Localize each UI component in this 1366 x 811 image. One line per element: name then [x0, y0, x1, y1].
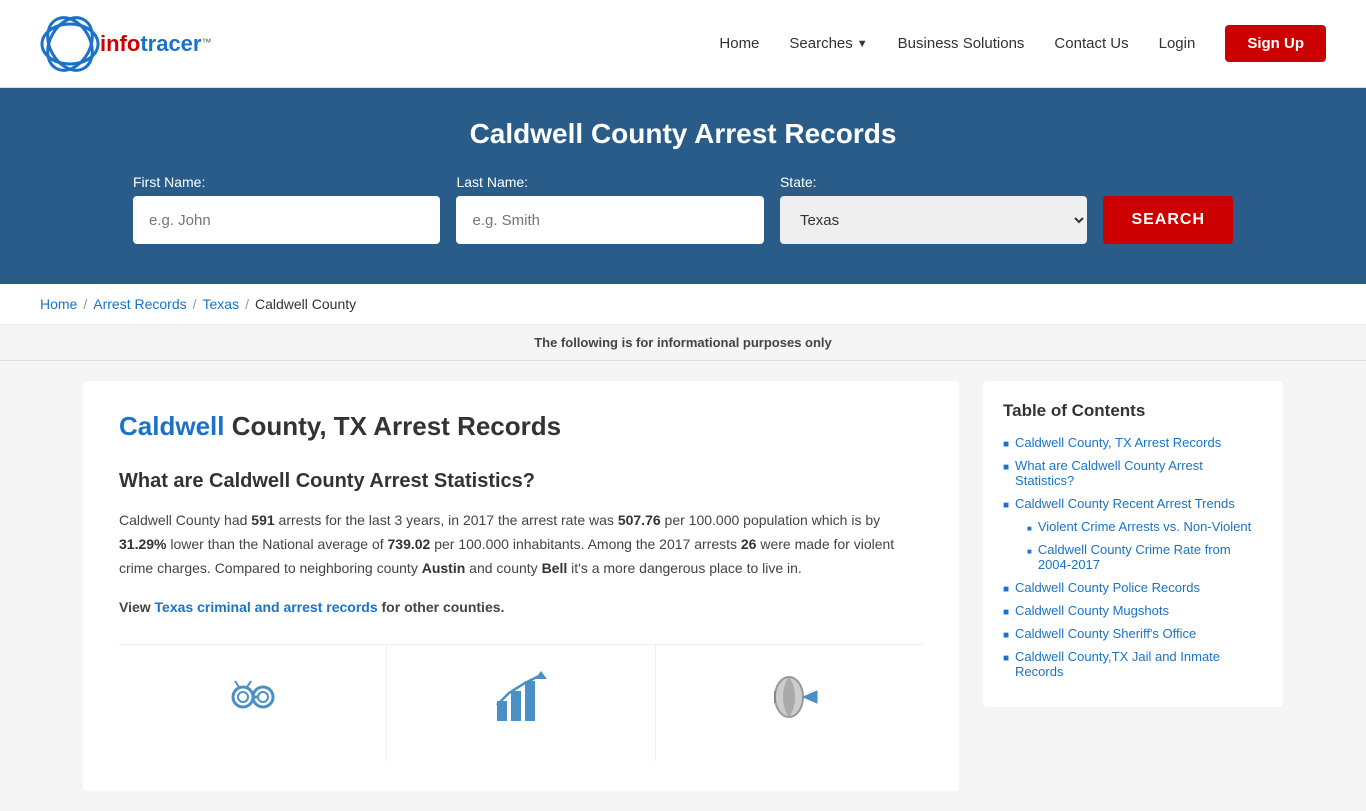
- toc-item-5: ■ Caldwell County Crime Rate from 2004-2…: [1017, 542, 1263, 572]
- breadcrumb: Home / Arrest Records / Texas / Caldwell…: [40, 296, 1326, 312]
- para-pre3: per 100.000 population which is by: [661, 512, 880, 528]
- icon-cell-handcuffs: [119, 645, 387, 761]
- view-link-paragraph: View Texas criminal and arrest records f…: [119, 596, 923, 620]
- toc-link-3[interactable]: Caldwell County Recent Arrest Trends: [1015, 496, 1235, 511]
- toc-item-8: ■ Caldwell County Sheriff's Office: [1003, 626, 1263, 641]
- toc-link-7[interactable]: Caldwell County Mugshots: [1015, 603, 1169, 618]
- toc-link-9[interactable]: Caldwell County,TX Jail and Inmate Recor…: [1015, 649, 1263, 679]
- breadcrumb-county: Caldwell County: [255, 296, 356, 312]
- toc-bullet-6: ■: [1003, 584, 1009, 595]
- toc-link-1[interactable]: Caldwell County, TX Arrest Records: [1015, 435, 1221, 450]
- toc-link-6[interactable]: Caldwell County Police Records: [1015, 580, 1200, 595]
- main-container: Caldwell County, TX Arrest Records What …: [43, 361, 1323, 811]
- texas-records-link[interactable]: Texas criminal and arrest records: [155, 599, 378, 615]
- toc-box: Table of Contents ■ Caldwell County, TX …: [983, 381, 1283, 707]
- nav-business-solutions[interactable]: Business Solutions: [898, 35, 1025, 52]
- icon-cell-gun: [656, 645, 923, 761]
- info-bar: The following is for informational purpo…: [0, 325, 1366, 361]
- handcuffs-icon: [221, 665, 285, 741]
- toc-bullet-4: ■: [1027, 524, 1032, 533]
- last-name-input[interactable]: [456, 196, 763, 244]
- main-nav: Home Searches ▼ Business Solutions Conta…: [719, 25, 1326, 62]
- icon-cell-chart: [387, 645, 655, 761]
- section1-heading: What are Caldwell County Arrest Statisti…: [119, 470, 923, 493]
- breadcrumb-arrest-records[interactable]: Arrest Records: [93, 296, 186, 312]
- para-post: it's a more dangerous place to live in.: [567, 560, 802, 576]
- state-select[interactable]: Texas Alabama Alaska California Florida …: [780, 196, 1087, 244]
- header: infotracer™ Home Searches ▼ Business Sol…: [0, 0, 1366, 88]
- nav-searches[interactable]: Searches ▼: [789, 35, 867, 52]
- first-name-input[interactable]: [133, 196, 440, 244]
- para-pre5: per 100.000 inhabitants. Among the 2017 …: [430, 536, 741, 552]
- toc-list: ■ Caldwell County, TX Arrest Records ■ W…: [1003, 435, 1263, 679]
- para-pre2: arrests for the last 3 years, in 2017 th…: [275, 512, 618, 528]
- para-rate: 507.76: [618, 512, 661, 528]
- breadcrumb-sep-3: /: [245, 296, 249, 312]
- icons-row: [119, 644, 923, 761]
- toc-bullet-3: ■: [1003, 500, 1009, 511]
- title-rest: County, TX Arrest Records: [224, 411, 561, 441]
- toc-item-3: ■ Caldwell County Recent Arrest Trends: [1003, 496, 1263, 511]
- para-county2: Bell: [542, 560, 568, 576]
- logo-icon: [40, 14, 100, 74]
- toc-item-6: ■ Caldwell County Police Records: [1003, 580, 1263, 595]
- view-link-pre: View: [119, 599, 155, 615]
- toc-bullet-2: ■: [1003, 462, 1009, 473]
- breadcrumb-home[interactable]: Home: [40, 296, 77, 312]
- toc-title: Table of Contents: [1003, 401, 1263, 421]
- toc-item-9: ■ Caldwell County,TX Jail and Inmate Rec…: [1003, 649, 1263, 679]
- hero-title: Caldwell County Arrest Records: [40, 118, 1326, 150]
- para-arrests: 591: [251, 512, 274, 528]
- view-link-post: for other counties.: [378, 599, 505, 615]
- signup-button[interactable]: Sign Up: [1225, 25, 1326, 62]
- breadcrumb-texas[interactable]: Texas: [203, 296, 240, 312]
- chart-icon: [489, 665, 553, 741]
- para-pre7: and county: [465, 560, 541, 576]
- hero-section: Caldwell County Arrest Records First Nam…: [0, 88, 1366, 284]
- sidebar: Table of Contents ■ Caldwell County, TX …: [983, 381, 1283, 791]
- chevron-down-icon: ▼: [857, 38, 868, 50]
- nav-home[interactable]: Home: [719, 35, 759, 52]
- toc-bullet-8: ■: [1003, 630, 1009, 641]
- content-area: Caldwell County, TX Arrest Records What …: [83, 381, 959, 791]
- logo: infotracer™: [40, 14, 211, 74]
- breadcrumb-sep-1: /: [83, 296, 87, 312]
- toc-bullet-1: ■: [1003, 439, 1009, 450]
- toc-item-7: ■ Caldwell County Mugshots: [1003, 603, 1263, 618]
- toc-link-4[interactable]: Violent Crime Arrests vs. Non-Violent: [1038, 519, 1251, 534]
- search-form: First Name: Last Name: State: Texas Alab…: [133, 174, 1233, 244]
- first-name-label: First Name:: [133, 174, 440, 190]
- para-national: 739.02: [388, 536, 431, 552]
- toc-link-2[interactable]: What are Caldwell County Arrest Statisti…: [1015, 458, 1263, 488]
- para-violent: 26: [741, 536, 757, 552]
- toc-bullet-7: ■: [1003, 607, 1009, 618]
- nav-login[interactable]: Login: [1159, 35, 1196, 52]
- state-group: State: Texas Alabama Alaska California F…: [780, 174, 1087, 244]
- nav-contact-us[interactable]: Contact Us: [1054, 35, 1128, 52]
- toc-item-1: ■ Caldwell County, TX Arrest Records: [1003, 435, 1263, 450]
- state-label: State:: [780, 174, 1087, 190]
- para-county1: Austin: [422, 560, 466, 576]
- gun-icon: [757, 665, 821, 741]
- para-pre1: Caldwell County had: [119, 512, 251, 528]
- toc-link-8[interactable]: Caldwell County Sheriff's Office: [1015, 626, 1196, 641]
- toc-item-4: ■ Violent Crime Arrests vs. Non-Violent: [1017, 519, 1263, 534]
- para-pre4: lower than the National average of: [166, 536, 387, 552]
- toc-link-5[interactable]: Caldwell County Crime Rate from 2004-201…: [1038, 542, 1263, 572]
- toc-item-2: ■ What are Caldwell County Arrest Statis…: [1003, 458, 1263, 488]
- last-name-group: Last Name:: [456, 174, 763, 244]
- breadcrumb-bar: Home / Arrest Records / Texas / Caldwell…: [0, 284, 1366, 325]
- first-name-group: First Name:: [133, 174, 440, 244]
- breadcrumb-sep-2: /: [193, 296, 197, 312]
- toc-bullet-5: ■: [1027, 547, 1032, 556]
- last-name-label: Last Name:: [456, 174, 763, 190]
- search-button[interactable]: SEARCH: [1103, 196, 1233, 244]
- toc-bullet-9: ■: [1003, 653, 1009, 664]
- content-title: Caldwell County, TX Arrest Records: [119, 411, 923, 442]
- stats-paragraph: Caldwell County had 591 arrests for the …: [119, 509, 923, 580]
- para-pct: 31.29%: [119, 536, 166, 552]
- title-highlight: Caldwell: [119, 411, 224, 441]
